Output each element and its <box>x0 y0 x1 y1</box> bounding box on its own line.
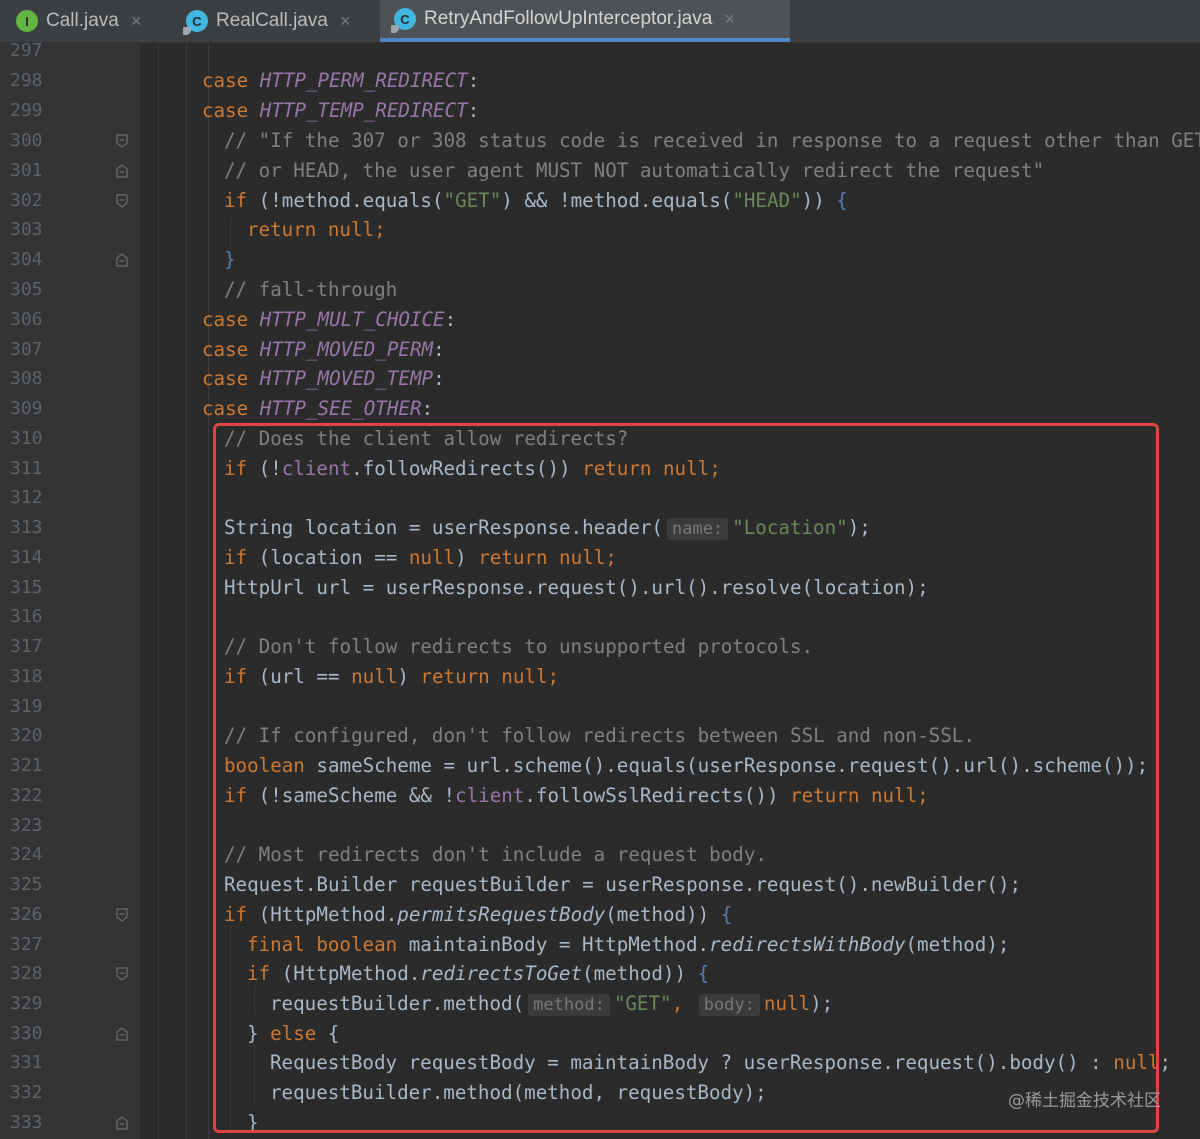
line-number: 323 <box>10 815 43 836</box>
line-number: 298 <box>10 70 43 91</box>
line-number: 314 <box>10 547 43 568</box>
line-number: 311 <box>10 458 43 479</box>
line-number: 308 <box>10 368 43 389</box>
line-number: 316 <box>10 606 43 627</box>
line-number: 313 <box>10 517 43 538</box>
watermark: @稀土掘金技术社区 <box>1008 1091 1161 1111</box>
class-icon: C <box>186 10 208 32</box>
line-number: 324 <box>10 844 43 865</box>
code-line: 301 // or HEAD, the user agent MUST NOT … <box>0 156 1200 186</box>
line-number: 306 <box>10 309 43 330</box>
line-number: 299 <box>10 100 43 121</box>
line-number: 319 <box>10 696 43 717</box>
code-line: 297 <box>0 36 1200 66</box>
line-number: 302 <box>10 190 43 211</box>
code-line: 299 case HTTP_TEMP_REDIRECT: <box>0 96 1200 126</box>
close-icon[interactable]: × <box>724 9 735 30</box>
code-line: 307 case HTTP_MOVED_PERM: <box>0 335 1200 365</box>
line-number: 322 <box>10 785 43 806</box>
tab-label: RealCall.java <box>216 10 328 31</box>
fold-end-icon[interactable] <box>116 164 128 178</box>
line-number: 330 <box>10 1023 43 1044</box>
line-number: 325 <box>10 874 43 895</box>
line-number: 297 <box>10 40 43 61</box>
code-line: 302 if (!method.equals("GET") && !method… <box>0 186 1200 216</box>
line-number: 318 <box>10 666 43 687</box>
fold-start-icon[interactable] <box>116 967 128 981</box>
line-number: 307 <box>10 339 43 360</box>
code-line: 304 } <box>0 245 1200 275</box>
tab-label: Call.java <box>46 10 119 31</box>
line-number: 331 <box>10 1052 43 1073</box>
fold-start-icon[interactable] <box>116 908 128 922</box>
highlight-annotation-box <box>213 423 1159 1133</box>
code-line: 300 // "If the 307 or 308 status code is… <box>0 126 1200 156</box>
line-number: 304 <box>10 249 43 270</box>
interface-icon: I <box>16 10 38 32</box>
line-number: 301 <box>10 160 43 181</box>
line-number: 305 <box>10 279 43 300</box>
line-number: 300 <box>10 130 43 151</box>
code-line: 298 case HTTP_PERM_REDIRECT: <box>0 66 1200 96</box>
tab-label: RetryAndFollowUpInterceptor.java <box>424 8 713 29</box>
fold-end-icon[interactable] <box>116 1027 128 1041</box>
line-number: 320 <box>10 725 43 746</box>
code-line: 303 return null; <box>0 215 1200 245</box>
fold-end-icon[interactable] <box>116 1116 128 1130</box>
line-number: 321 <box>10 755 43 776</box>
fold-start-icon[interactable] <box>116 134 128 148</box>
line-number: 327 <box>10 934 43 955</box>
line-number: 303 <box>10 219 43 240</box>
line-number: 315 <box>10 577 43 598</box>
code-line: 309 case HTTP_SEE_OTHER: <box>0 394 1200 424</box>
fold-end-icon[interactable] <box>116 253 128 267</box>
close-icon[interactable]: × <box>131 11 142 32</box>
line-number: 329 <box>10 993 43 1014</box>
class-icon: C <box>394 8 416 30</box>
line-number: 326 <box>10 904 43 925</box>
line-number: 312 <box>10 487 43 508</box>
fold-start-icon[interactable] <box>116 194 128 208</box>
line-number: 317 <box>10 636 43 657</box>
line-number: 328 <box>10 963 43 984</box>
line-number: 332 <box>10 1082 43 1103</box>
line-number: 309 <box>10 398 43 419</box>
close-icon[interactable]: × <box>340 11 351 32</box>
line-number: 310 <box>10 428 43 449</box>
line-number: 333 <box>10 1112 43 1133</box>
code-line: 308 case HTTP_MOVED_TEMP: <box>0 364 1200 394</box>
code-line: 306 case HTTP_MULT_CHOICE: <box>0 305 1200 335</box>
code-line: 305 // fall-through <box>0 275 1200 305</box>
